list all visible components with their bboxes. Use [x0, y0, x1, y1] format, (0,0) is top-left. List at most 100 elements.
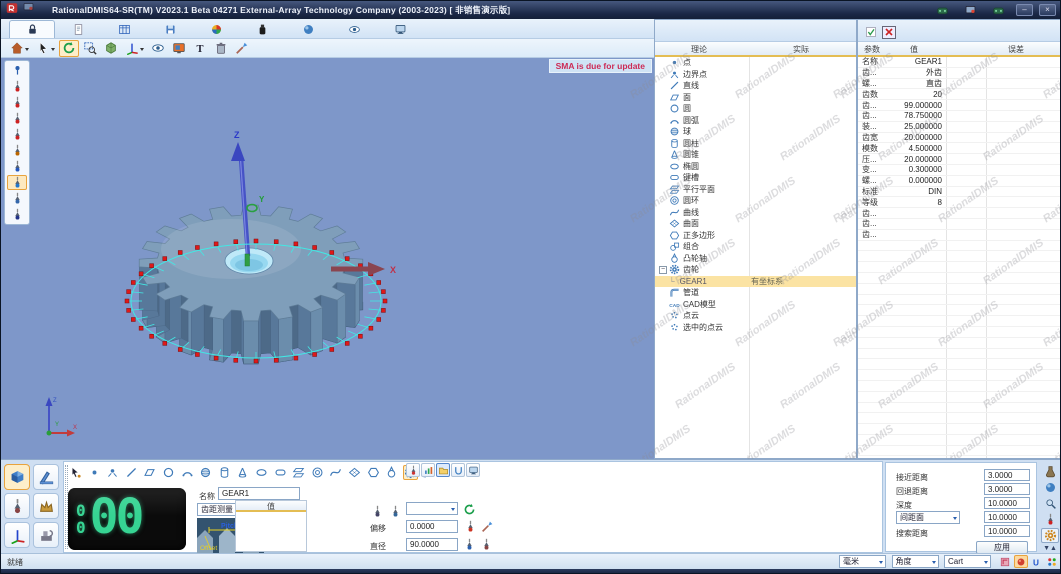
- toolbar-zoom-window[interactable]: [80, 40, 100, 57]
- ribbon-tab-sphere[interactable]: [285, 20, 331, 38]
- probe-left-icon[interactable]: [479, 537, 494, 551]
- side-tool-probe-manager[interactable]: [1041, 480, 1059, 495]
- geo-tool-point[interactable]: [87, 465, 102, 480]
- remote-device-icon[interactable]: [930, 4, 954, 17]
- geo-tool-cylinder[interactable]: [217, 465, 232, 480]
- param-row-装...[interactable]: 装...25.000000: [858, 122, 1060, 133]
- viewport-tool-probe-mode-8[interactable]: [7, 191, 27, 206]
- field-input-3[interactable]: [984, 511, 1030, 523]
- mini-tab-scan[interactable]: [451, 463, 465, 477]
- toolbar-probe-brush[interactable]: [232, 40, 252, 57]
- tree-item-凸轮轴[interactable]: 凸轮轴: [655, 253, 856, 265]
- offset-input[interactable]: [406, 520, 458, 533]
- viewport-tool-probe-mode-1[interactable]: [7, 79, 27, 94]
- ribbon-tab-colors[interactable]: [193, 20, 239, 38]
- geo-tool-ellipse[interactable]: [254, 465, 269, 480]
- param-row-压...[interactable]: 压...20.000000: [858, 154, 1060, 165]
- tree-item-选中的点云[interactable]: 选中的点云: [655, 322, 856, 334]
- screen-record-icon[interactable]: [958, 4, 982, 17]
- strip-scroll-arrows[interactable]: ▼▲: [1041, 544, 1059, 553]
- viewport-tool-probe-mode-4[interactable]: [7, 127, 27, 142]
- geo-tool-cone[interactable]: [235, 465, 250, 480]
- tree-item-圆柱[interactable]: 圆柱: [655, 138, 856, 150]
- side-tool-settings[interactable]: [1041, 528, 1059, 543]
- tree-item-点云[interactable]: 点云: [655, 310, 856, 322]
- geo-tool-manual-point[interactable]: [68, 465, 83, 480]
- ribbon-tab-data[interactable]: [147, 20, 193, 38]
- ribbon-tab-measure[interactable]: [9, 20, 55, 38]
- mini-tab-results-chart[interactable]: [421, 463, 435, 477]
- param-row-齿...[interactable]: 齿...: [858, 208, 1060, 219]
- viewport-tool-probe-mode-6[interactable]: [7, 159, 27, 174]
- param-row-齿...[interactable]: 齿...99.000000: [858, 100, 1060, 111]
- param-row-齿...[interactable]: 齿...外齿: [858, 68, 1060, 79]
- angle-units-combo[interactable]: 角度: [892, 555, 939, 568]
- param-row-齿...[interactable]: 齿...: [858, 219, 1060, 230]
- tree-item-球[interactable]: 球: [655, 126, 856, 138]
- tree-item-圆[interactable]: 圆: [655, 103, 856, 115]
- toolbar-labels[interactable]: [190, 40, 210, 57]
- mode-button-machine-control[interactable]: [33, 522, 59, 548]
- status-path-display-icon[interactable]: [998, 555, 1012, 568]
- length-units-combo[interactable]: 毫米: [839, 555, 886, 568]
- status-point-cloud-display-icon[interactable]: [1045, 555, 1059, 568]
- viewport-tool-probe-mode-7[interactable]: [7, 175, 27, 190]
- probe-play-icon[interactable]: [462, 537, 477, 551]
- geo-tool-parallel-planes[interactable]: [291, 465, 306, 480]
- mode-button-feature-measure[interactable]: [4, 464, 30, 490]
- ribbon-tab-ink[interactable]: [239, 20, 285, 38]
- viewport-3d[interactable]: ZYXZYX SMA is due for update: [1, 58, 654, 459]
- param-row-变...[interactable]: 变...0.300000: [858, 165, 1060, 176]
- status-probe-display-icon[interactable]: [1014, 555, 1028, 568]
- probe-point-icon[interactable]: [463, 519, 478, 533]
- geo-tool-camshaft[interactable]: [384, 465, 399, 480]
- tree-item-GEAR1[interactable]: └GEAR1有坐标系: [655, 276, 856, 288]
- param-row-齿宽[interactable]: 齿宽20.000000: [858, 133, 1060, 144]
- tree-item-组合[interactable]: 组合: [655, 241, 856, 253]
- geo-tool-circle[interactable]: [161, 465, 176, 480]
- field-input-0[interactable]: [984, 469, 1030, 481]
- refresh-icon[interactable]: [462, 502, 477, 516]
- param-row-齿...[interactable]: 齿...: [858, 230, 1060, 241]
- viewport-tool-pin-toolbar[interactable]: [7, 63, 27, 78]
- toolbar-delete[interactable]: [211, 40, 231, 57]
- probe-angle-a-icon[interactable]: [370, 504, 385, 518]
- side-tool-tool-rack[interactable]: [1041, 464, 1059, 479]
- tree-item-齿轮[interactable]: −齿轮: [655, 264, 856, 276]
- tree-item-曲面[interactable]: 曲面: [655, 218, 856, 230]
- tree-item-圆环[interactable]: 圆环: [655, 195, 856, 207]
- param-row-螺...[interactable]: 螺...直齿: [858, 79, 1060, 90]
- geo-tool-torus[interactable]: [310, 465, 325, 480]
- ribbon-tab-report[interactable]: [55, 20, 101, 38]
- tree-item-CAD模型[interactable]: CAD模型: [655, 299, 856, 311]
- probe-select-combo[interactable]: [406, 502, 458, 515]
- tree-item-点[interactable]: 点: [655, 57, 856, 69]
- tree-item-平行平面[interactable]: 平行平面: [655, 184, 856, 196]
- param-row-螺...[interactable]: 螺...0.000000: [858, 176, 1060, 187]
- ribbon-tab-view[interactable]: [331, 20, 377, 38]
- param-row-标准[interactable]: 标准DIN: [858, 187, 1060, 198]
- tree-item-圆弧[interactable]: 圆弧: [655, 115, 856, 127]
- toolbar-home[interactable]: [7, 40, 32, 57]
- close-button[interactable]: ×: [1039, 4, 1056, 16]
- mode-button-calibration[interactable]: [33, 493, 59, 519]
- mode-button-probe-config[interactable]: [4, 493, 30, 519]
- tree-item-面[interactable]: 面: [655, 92, 856, 104]
- geo-tool-surface[interactable]: [347, 465, 362, 480]
- geo-tool-curve[interactable]: [328, 465, 343, 480]
- mini-tab-probe-path[interactable]: [406, 463, 420, 477]
- tree-item-圆锥[interactable]: 圆锥: [655, 149, 856, 161]
- param-row-齿数[interactable]: 齿数20: [858, 89, 1060, 100]
- side-tool-probe-search[interactable]: [1041, 496, 1059, 511]
- minimize-button[interactable]: –: [1016, 4, 1033, 16]
- spacing-face-combo[interactable]: 间距面: [896, 511, 960, 524]
- param-row-齿...[interactable]: 齿...78.750000: [858, 111, 1060, 122]
- toolbar-visibility[interactable]: [148, 40, 168, 57]
- viewport-tool-probe-mode-3[interactable]: [7, 111, 27, 126]
- gear-3d-scene[interactable]: ZYXZYX: [1, 58, 654, 459]
- tree-item-椭圆[interactable]: 椭圆: [655, 161, 856, 173]
- window-menu-icon[interactable]: [22, 1, 35, 19]
- ribbon-tab-screen[interactable]: [377, 20, 423, 38]
- field-input-1[interactable]: [984, 483, 1030, 495]
- tree-item-管道[interactable]: 管道: [655, 287, 856, 299]
